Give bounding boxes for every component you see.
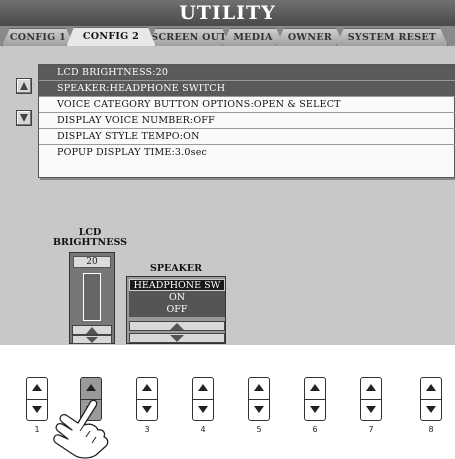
tab-media[interactable]: MEDIA bbox=[222, 28, 284, 46]
hardware-button-4-up[interactable] bbox=[193, 378, 213, 399]
lcd-brightness-value: 20 bbox=[73, 256, 111, 268]
hardware-button-4-down[interactable] bbox=[193, 400, 213, 421]
hardware-button-7[interactable] bbox=[360, 377, 382, 421]
arrow-up-icon bbox=[20, 82, 28, 90]
pointing-hand-icon bbox=[53, 399, 109, 459]
hardware-button-5-down[interactable] bbox=[249, 400, 269, 421]
hardware-button-number-5: 5 bbox=[256, 425, 262, 434]
hardware-button-8[interactable] bbox=[420, 377, 442, 421]
arrow-down-icon bbox=[366, 406, 376, 413]
lcd-brightness-label-line2: BRIGHTNESS bbox=[53, 237, 127, 248]
arrow-down-icon bbox=[310, 406, 320, 413]
hardware-button-3-up[interactable] bbox=[137, 378, 157, 399]
hardware-button-6-down[interactable] bbox=[305, 400, 325, 421]
speaker-down-button[interactable] bbox=[129, 333, 225, 343]
arrow-up-icon bbox=[254, 384, 264, 391]
hardware-button-1-up[interactable] bbox=[27, 378, 47, 399]
hardware-button-8-up[interactable] bbox=[421, 378, 441, 399]
speaker-options: HEADPHONE SW ON OFF bbox=[129, 279, 225, 317]
speaker-up-button[interactable] bbox=[129, 321, 225, 331]
hardware-button-6[interactable] bbox=[304, 377, 326, 421]
tab-bar: CONFIG 1 SCREEN OUT MEDIA OWNER SYSTEM R… bbox=[0, 26, 455, 46]
hardware-button-row: 1 2 3 4 5 6 7 8 bbox=[0, 345, 455, 459]
hardware-button-number-8: 8 bbox=[428, 425, 434, 434]
speaker-option-headphone-sw[interactable]: HEADPHONE SW bbox=[129, 279, 225, 291]
speaker-label: SPEAKER bbox=[149, 263, 202, 274]
hardware-button-number-3: 3 bbox=[144, 425, 150, 434]
hardware-button-3[interactable] bbox=[136, 377, 158, 421]
lcd-brightness-down-button[interactable] bbox=[72, 335, 112, 344]
hardware-button-1-down[interactable] bbox=[27, 400, 47, 421]
hardware-button-5-up[interactable] bbox=[249, 378, 269, 399]
lcd-screen: UTILITY CONFIG 1 SCREEN OUT MEDIA OWNER … bbox=[0, 0, 455, 345]
tab-config-2[interactable]: CONFIG 2 bbox=[66, 27, 156, 47]
arrow-up-icon bbox=[32, 384, 42, 391]
page-title: UTILITY bbox=[0, 0, 455, 26]
arrow-down-icon bbox=[32, 406, 42, 413]
scroll-down-button[interactable] bbox=[16, 110, 32, 126]
list-row-popup-display-time[interactable]: POPUP DISPLAY TIME:3.0sec bbox=[39, 145, 455, 161]
arrow-up-icon bbox=[310, 384, 320, 391]
tab-system-reset[interactable]: SYSTEM RESET bbox=[336, 28, 448, 46]
lcd-brightness-slider[interactable] bbox=[83, 273, 101, 321]
hardware-button-6-up[interactable] bbox=[305, 378, 325, 399]
speaker-option-on[interactable]: ON bbox=[129, 292, 225, 304]
arrow-up-icon bbox=[142, 384, 152, 391]
hardware-button-2-up[interactable] bbox=[81, 378, 101, 399]
arrow-down-icon bbox=[20, 114, 28, 122]
scroll-up-button[interactable] bbox=[16, 78, 32, 94]
arrow-up-icon bbox=[198, 384, 208, 391]
arrow-up-icon bbox=[170, 323, 184, 330]
tab-config-1[interactable]: CONFIG 1 bbox=[2, 28, 74, 46]
arrow-up-icon bbox=[366, 384, 376, 391]
lcd-brightness-control: 20 bbox=[69, 252, 115, 344]
hardware-button-8-down[interactable] bbox=[421, 400, 441, 421]
arrow-up-icon bbox=[86, 327, 98, 334]
arrow-up-icon bbox=[426, 384, 436, 391]
speaker-control: HEADPHONE SW ON OFF bbox=[126, 276, 226, 344]
config-panel: 1 2 LCD BRIGHTNESS:20 SPEAKER:HEADPHONE … bbox=[0, 46, 455, 345]
hardware-button-4[interactable] bbox=[192, 377, 214, 421]
speaker-option-off[interactable]: OFF bbox=[129, 304, 225, 316]
hardware-button-number-7: 7 bbox=[368, 425, 374, 434]
list-row-voice-category[interactable]: VOICE CATEGORY BUTTON OPTIONS:OPEN & SEL… bbox=[39, 97, 455, 113]
list-row-speaker[interactable]: SPEAKER:HEADPHONE SWITCH bbox=[39, 81, 455, 97]
hardware-button-number-1: 1 bbox=[34, 425, 40, 434]
hardware-button-number-6: 6 bbox=[312, 425, 318, 434]
hardware-button-7-up[interactable] bbox=[361, 378, 381, 399]
arrow-up-icon bbox=[86, 384, 96, 391]
list-row-display-style-tempo[interactable]: DISPLAY STYLE TEMPO:ON bbox=[39, 129, 455, 145]
arrow-down-icon bbox=[426, 406, 436, 413]
hardware-button-1[interactable] bbox=[26, 377, 48, 421]
hardware-button-number-4: 4 bbox=[200, 425, 206, 434]
tab-screen-out[interactable]: SCREEN OUT bbox=[148, 28, 230, 46]
hardware-button-7-down[interactable] bbox=[361, 400, 381, 421]
list-row-lcd-brightness[interactable]: LCD BRIGHTNESS:20 bbox=[39, 65, 455, 81]
hardware-button-5[interactable] bbox=[248, 377, 270, 421]
arrow-down-icon bbox=[198, 406, 208, 413]
hardware-button-3-down[interactable] bbox=[137, 400, 157, 421]
list-row-display-voice-number[interactable]: DISPLAY VOICE NUMBER:OFF bbox=[39, 113, 455, 129]
arrow-down-icon bbox=[86, 337, 98, 343]
arrow-down-icon bbox=[170, 335, 184, 342]
settings-list: LCD BRIGHTNESS:20 SPEAKER:HEADPHONE SWIT… bbox=[38, 64, 455, 178]
tab-owner[interactable]: OWNER bbox=[276, 28, 344, 46]
arrow-down-icon bbox=[142, 406, 152, 413]
arrow-down-icon bbox=[254, 406, 264, 413]
lcd-brightness-up-button[interactable] bbox=[72, 325, 112, 335]
